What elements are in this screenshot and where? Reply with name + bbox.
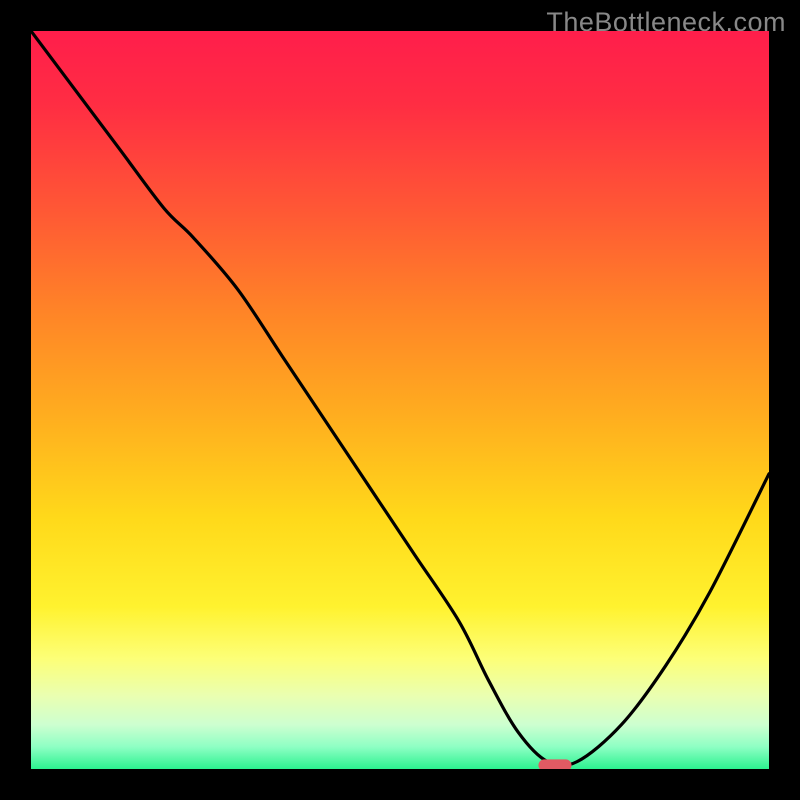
chart-container: TheBottleneck.com (0, 0, 800, 800)
curve-layer (31, 31, 769, 769)
bottleneck-curve (31, 31, 769, 766)
plot-area (31, 31, 769, 769)
optimal-marker (538, 759, 571, 769)
